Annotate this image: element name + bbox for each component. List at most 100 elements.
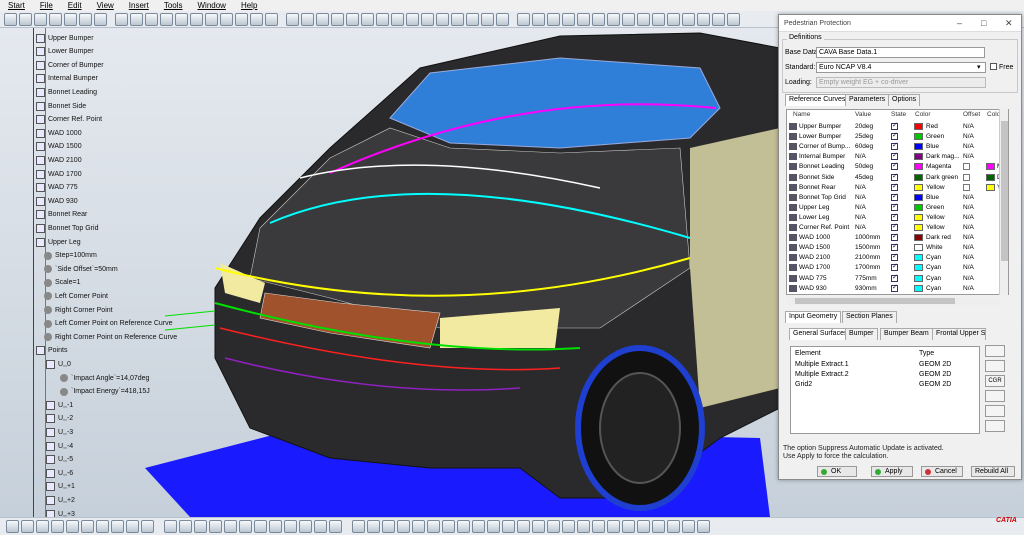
chevron-down-icon[interactable]: ▾	[977, 63, 981, 71]
tree-item[interactable]: Points	[36, 345, 67, 357]
table-row[interactable]: Upper Bumper 20deg Red N/A	[787, 121, 1008, 132]
tree-item[interactable]: U,,-5	[46, 454, 73, 466]
cgr-button[interactable]: CGR	[985, 375, 1005, 387]
table-row[interactable]: WAD 1500 1500mm White N/A	[787, 242, 1008, 253]
toolbar-tool-icon[interactable]	[667, 12, 680, 26]
toolbar-tool-icon[interactable]	[622, 520, 635, 533]
table-row[interactable]: Corner of Bump... 60deg Blue N/A	[787, 141, 1008, 152]
table-row[interactable]: Corner Ref. Point N/A Yellow N/A	[787, 222, 1008, 233]
list-item[interactable]: Multiple Extract.2 GEOM 2D	[795, 371, 951, 378]
toolbar-tool-icon[interactable]	[547, 520, 560, 533]
table-row[interactable]: Bonnet Side45degDark greenDa	[787, 172, 1008, 183]
state-checkbox[interactable]	[891, 131, 898, 141]
toolbar-tool-icon[interactable]	[19, 12, 32, 26]
menu-insert[interactable]: Insert	[129, 1, 149, 10]
tree-item[interactable]: WAD 1000	[36, 127, 82, 139]
toolbar-tool-icon[interactable]	[51, 520, 64, 533]
tree-item[interactable]: Bonnet Rear	[36, 209, 87, 221]
toolbar-tool-icon[interactable]	[562, 12, 575, 26]
toolbar-tool-icon[interactable]	[301, 12, 314, 26]
remove-element-button[interactable]	[985, 405, 1005, 417]
tree-item[interactable]: U,,+2	[46, 494, 75, 506]
toolbar-tool-icon[interactable]	[49, 12, 62, 26]
tree-item[interactable]: U,,-1	[46, 399, 73, 411]
toolbar-tool-icon[interactable]	[66, 520, 79, 533]
minimize-icon[interactable]: –	[957, 18, 962, 28]
toolbar-tool-icon[interactable]	[299, 520, 312, 533]
toolbar-tool-icon[interactable]	[637, 520, 650, 533]
state-checkbox[interactable]	[891, 141, 898, 151]
toolbar-tool-icon[interactable]	[6, 520, 19, 533]
state-checkbox[interactable]	[891, 202, 898, 211]
tree-item[interactable]: WAD 1700	[36, 168, 82, 180]
apply-button[interactable]: Apply	[871, 466, 913, 477]
toolbar-tool-icon[interactable]	[682, 12, 695, 26]
toolbar-tool-icon[interactable]	[652, 12, 665, 26]
tree-item[interactable]: Corner Ref. Point	[36, 114, 102, 126]
tab-general-surfaces[interactable]: General Surfaces	[789, 328, 852, 340]
tab-reference-curves[interactable]: Reference Curves	[785, 94, 850, 106]
tab-options[interactable]: Options	[888, 94, 921, 106]
state-checkbox[interactable]	[891, 242, 898, 252]
toolbar-tool-icon[interactable]	[472, 520, 485, 533]
toolbar-tool-icon[interactable]	[164, 520, 177, 533]
toolbar-tool-icon[interactable]	[254, 520, 267, 533]
cancel-button[interactable]: Cancel	[921, 466, 963, 477]
tree-item[interactable]: U,,-3	[46, 426, 73, 438]
toolbar-tool-icon[interactable]	[220, 12, 233, 26]
toolbar-tool-icon[interactable]	[517, 520, 530, 533]
tree-item[interactable]: Scale=1	[44, 277, 81, 289]
tree-item[interactable]: Bonnet Leading	[36, 86, 97, 98]
state-checkbox[interactable]	[891, 262, 898, 272]
toolbar-tool-icon[interactable]	[406, 12, 419, 26]
toolbar-tool-icon[interactable]	[577, 520, 590, 533]
toolbar-tool-icon[interactable]	[532, 12, 545, 26]
toolbar-tool-icon[interactable]	[329, 520, 342, 533]
toolbar-tool-icon[interactable]	[451, 12, 464, 26]
table-row[interactable]: WAD 1000 1000mm Dark red N/A	[787, 232, 1008, 243]
tab-frontal-upper-surf[interactable]: Frontal Upper Surf	[932, 328, 986, 340]
offset-checkbox[interactable]	[963, 173, 970, 181]
tree-item[interactable]: U,,-4	[46, 440, 73, 452]
state-checkbox[interactable]	[891, 182, 898, 191]
toolbar-tool-icon[interactable]	[21, 520, 34, 533]
toolbar-tool-icon[interactable]	[481, 12, 494, 26]
toolbar-tool-icon[interactable]	[502, 520, 515, 533]
table-row[interactable]: WAD 2100 2100mm Cyan N/A	[787, 252, 1008, 263]
list-item[interactable]: Multiple Extract.1 GEOM 2D	[795, 361, 951, 368]
table-row[interactable]: Bonnet Top Grid N/A Blue N/A	[787, 192, 1008, 203]
state-checkbox[interactable]	[891, 283, 898, 292]
toolbar-tool-icon[interactable]	[145, 12, 158, 26]
tab-section-planes[interactable]: Section Planes	[842, 311, 897, 323]
menu-file[interactable]: File	[40, 1, 53, 10]
list-item[interactable]: Grid2 GEOM 2D	[795, 381, 951, 388]
tree-item[interactable]: Bonnet Top Grid	[36, 222, 98, 234]
toolbar-tool-icon[interactable]	[607, 12, 620, 26]
toolbar-tool-icon[interactable]	[126, 520, 139, 533]
toolbar-tool-icon[interactable]	[94, 12, 107, 26]
toolbar-tool-icon[interactable]	[442, 520, 455, 533]
toolbar-tool-icon[interactable]	[81, 520, 94, 533]
toolbar-tool-icon[interactable]	[314, 520, 327, 533]
toolbar-tool-icon[interactable]	[532, 520, 545, 533]
state-checkbox[interactable]	[891, 172, 898, 181]
toolbar-tool-icon[interactable]	[622, 12, 635, 26]
toolbar-tool-icon[interactable]	[34, 12, 47, 26]
toolbar-tool-icon[interactable]	[194, 520, 207, 533]
toolbar-tool-icon[interactable]	[209, 520, 222, 533]
state-checkbox[interactable]	[891, 232, 898, 242]
tree-item[interactable]: WAD 1500	[36, 141, 82, 153]
base-data-field[interactable]: CAVA Base Data.1	[816, 47, 985, 58]
table-row[interactable]: Internal BumperN/ADark mag...N/A	[787, 151, 1008, 162]
tab-bumper[interactable]: Bumper	[845, 328, 878, 340]
tree-item[interactable]: U,,-2	[46, 413, 73, 425]
toolbar-tool-icon[interactable]	[111, 520, 124, 533]
toolbar-tool-icon[interactable]	[160, 12, 173, 26]
toolbar-tool-icon[interactable]	[175, 12, 188, 26]
state-checkbox[interactable]	[891, 273, 898, 282]
table-row[interactable]: Lower Bumper 25deg Green N/A	[787, 131, 1008, 142]
toolbar-tool-icon[interactable]	[496, 12, 509, 26]
tree-item[interactable]: WAD 775	[36, 182, 78, 194]
options-button[interactable]	[985, 420, 1005, 432]
toolbar-tool-icon[interactable]	[652, 520, 665, 533]
